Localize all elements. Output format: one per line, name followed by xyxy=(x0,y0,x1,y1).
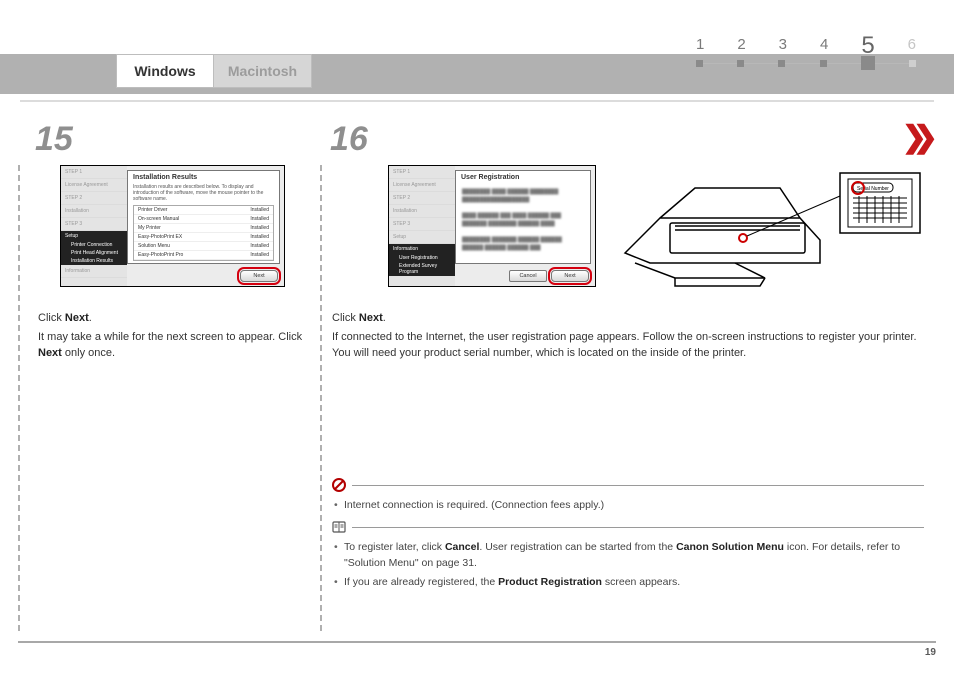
side-step3: STEP 3 xyxy=(61,218,127,231)
tab-windows[interactable]: Windows xyxy=(116,54,214,88)
side-information: Information xyxy=(389,244,455,254)
side-print-head: Print Head Alignment xyxy=(61,249,127,257)
step16-instruction-2: If connected to the Internet, the user r… xyxy=(332,330,922,362)
step-indicator: 1 2 3 4 5 6 xyxy=(696,36,916,67)
prohibit-icon xyxy=(332,478,346,492)
divider-left xyxy=(18,165,20,631)
side-user-reg: User Registration xyxy=(389,254,455,262)
info-item-2: If you are already registered, the Produ… xyxy=(332,575,924,591)
page-footer: 19 xyxy=(18,641,936,658)
step15-instruction-2: It may take a while for the next screen … xyxy=(38,330,313,362)
side-install-results: Installation Results xyxy=(61,257,127,265)
step15-instruction-1: Click Next. xyxy=(38,311,308,327)
panel-title: Installation Results xyxy=(128,171,279,184)
side-step3: STEP 3 xyxy=(389,218,455,231)
next-button[interactable]: Next xyxy=(240,270,278,282)
install-list: Printer DriverInstalled On-screen Manual… xyxy=(133,205,274,261)
step-5-current: 5 xyxy=(861,38,874,55)
side-information: Information xyxy=(61,265,127,278)
warning-note: Internet connection is required. (Connec… xyxy=(332,478,924,517)
blurred-body: ████████ ████ ██████ ███████████████████… xyxy=(456,184,590,256)
book-icon xyxy=(332,520,346,534)
os-tabs: Windows Macintosh xyxy=(116,54,312,94)
step-3: 3 xyxy=(779,36,787,53)
step-1: 1 xyxy=(696,36,704,53)
tab-macintosh[interactable]: Macintosh xyxy=(214,54,312,88)
info-item-1: To register later, click Cancel. User re… xyxy=(332,540,924,572)
warn-item: Internet connection is required. (Connec… xyxy=(332,498,924,514)
step-number-16: 16 xyxy=(330,120,368,159)
step-6: 6 xyxy=(908,36,916,53)
continue-arrows-icon: ❯❯ xyxy=(902,120,924,155)
next-button[interactable]: Next xyxy=(551,270,589,282)
panel-desc: Installation results are described below… xyxy=(128,184,279,205)
printer-illustration: Serial Number xyxy=(615,168,925,293)
side-printer-conn: Printer Connection xyxy=(61,241,127,249)
side-step1: STEP 1 xyxy=(61,166,127,179)
page-number: 19 xyxy=(925,647,936,658)
step-2: 2 xyxy=(737,36,745,53)
step16-instruction-1: Click Next. xyxy=(332,311,912,327)
screenshot-user-registration: STEP 1 License Agreement STEP 2 Installa… xyxy=(388,165,596,287)
divider-mid xyxy=(320,165,322,631)
step-number-15: 15 xyxy=(35,120,73,159)
side-installation: Installation xyxy=(61,205,127,218)
side-step2: STEP 2 xyxy=(61,192,127,205)
side-survey: Extended Survey Program xyxy=(389,262,455,276)
screenshot-installation-results: STEP 1 License Agreement STEP 2 Installa… xyxy=(60,165,285,287)
side-license: License Agreement xyxy=(389,179,455,192)
info-note: To register later, click Cancel. User re… xyxy=(332,520,924,593)
step-4: 4 xyxy=(820,36,828,53)
side-license: License Agreement xyxy=(61,179,127,192)
panel-title: User Registration xyxy=(456,171,590,184)
side-setup: Setup xyxy=(61,231,127,241)
side-step1: STEP 1 xyxy=(389,166,455,179)
header-rule xyxy=(20,100,934,102)
side-installation: Installation xyxy=(389,205,455,218)
cancel-button[interactable]: Cancel xyxy=(509,270,547,282)
side-step2: STEP 2 xyxy=(389,192,455,205)
serial-number-label: Serial Number xyxy=(857,186,889,192)
side-setup: Setup xyxy=(389,231,455,244)
